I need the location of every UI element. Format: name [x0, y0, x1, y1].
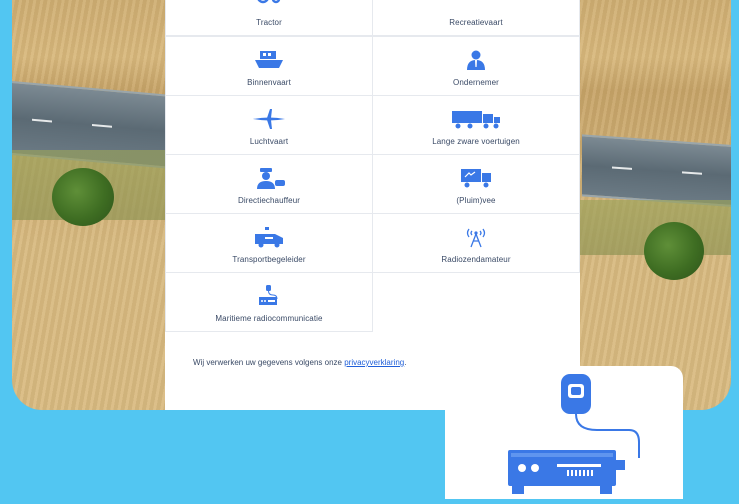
category-binnenvaart[interactable]: Binnenvaart [165, 36, 373, 96]
category-label: Recreatievaart [449, 18, 503, 27]
category-pluimvee[interactable]: (Pluim)vee [372, 154, 580, 214]
category-label: Radiozendamateur [441, 255, 511, 264]
chauffeur-icon [257, 168, 285, 189]
category-transportbegeleider[interactable]: Transportbegeleider [165, 213, 373, 273]
feature-card [445, 366, 683, 499]
radio-antenna-icon [466, 228, 486, 248]
category-directiechauffeur[interactable]: Directiechauffeur [165, 154, 373, 214]
livestock-truck-icon [461, 169, 491, 188]
category-label: (Pluim)vee [456, 196, 496, 205]
entrepreneur-icon [467, 50, 485, 70]
category-panel: Tractor Recreatievaart Binnenvaart Onder… [165, 0, 580, 410]
category-ondernemer[interactable]: Ondernemer [372, 36, 580, 96]
category-tractor[interactable]: Tractor [165, 0, 373, 36]
tree-right [644, 222, 704, 280]
privacy-notice: Wij verwerken uw gegevens volgens onze p… [193, 358, 406, 367]
category-luchtvaart[interactable]: Luchtvaart [165, 95, 373, 155]
privacy-end: . [404, 358, 407, 367]
privacy-link[interactable]: privacyverklaring [344, 358, 404, 367]
category-recreatievaart[interactable]: Recreatievaart [372, 0, 580, 36]
tree-left [52, 168, 114, 226]
road-right [582, 134, 731, 208]
escort-vehicle-icon [255, 227, 283, 248]
category-label: Binnenvaart [247, 78, 291, 87]
tractor-icon [257, 0, 281, 4]
recreational-boat-icon [458, 0, 494, 9]
maritime-radio-icon [259, 285, 278, 305]
category-label: Luchtvaart [249, 137, 289, 146]
long-heavy-vehicle-icon [452, 111, 500, 129]
category-label: Lange zware voertuigen [432, 137, 520, 146]
category-label: Ondernemer [453, 78, 499, 87]
privacy-text: Wij verwerken uw gegevens volgens onze [193, 358, 342, 367]
airplane-icon [253, 109, 285, 129]
category-label: Directiechauffeur [237, 196, 301, 205]
category-label: Maritieme radiocommunicatie [215, 314, 323, 323]
inland-ship-icon [255, 51, 283, 68]
category-maritieme-radiocommunicatie[interactable]: Maritieme radiocommunicatie [165, 272, 373, 332]
category-label: Tractor [256, 18, 282, 27]
category-lange-zware-voertuigen[interactable]: Lange zware voertuigen [372, 95, 580, 155]
category-label: Transportbegeleider [232, 255, 306, 264]
category-radiozendamateur[interactable]: Radiozendamateur [372, 213, 580, 273]
maritime-radio-icon [508, 374, 640, 494]
